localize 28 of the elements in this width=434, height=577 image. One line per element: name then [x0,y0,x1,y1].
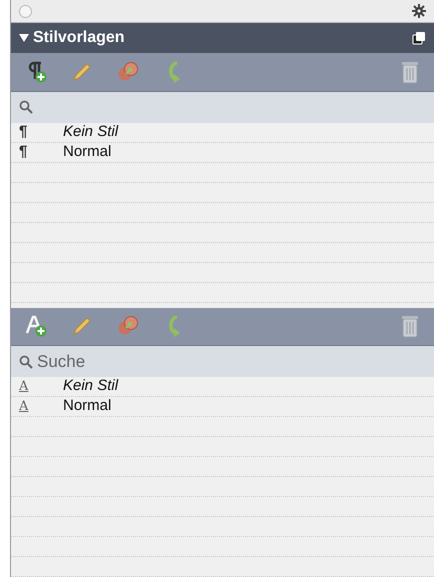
paragraph-style-marker: ¶ [19,122,28,142]
style-list-item[interactable]: A Normal [11,397,434,417]
search-field[interactable] [11,92,434,123]
style-name: Kein Stil [63,122,118,142]
character-style-marker: A [19,378,30,396]
gear-icon[interactable] [412,4,426,18]
disclosure-triangle-icon[interactable] [19,33,29,44]
style-list-item[interactable]: ¶ Kein Stil [11,122,434,143]
panel-menu-icon[interactable] [412,31,426,46]
style-name: Kein Stil [63,376,118,396]
pencil-icon [71,315,93,338]
character-style-marker: A [19,398,30,416]
letter-plus-icon [24,314,48,338]
style-name: Normal [63,142,112,162]
paragraph-style-marker: ¶ [19,142,28,162]
trash-icon [401,60,419,84]
panel-title: Stilvorlagen [33,28,125,48]
trash-icon [401,314,419,338]
panel-header[interactable]: Stilvorlagen [11,23,434,54]
close-button[interactable] [19,4,32,18]
pencil-icon [71,60,93,83]
search-icon [19,100,33,114]
overlapping-circles-icon [117,60,139,83]
style-name: Normal [63,396,112,416]
overlapping-circles-icon [117,315,139,338]
search-icon [19,354,33,368]
style-list-item[interactable]: ¶ Normal [11,142,434,163]
style-list-item[interactable]: A Kein Stil [11,377,434,397]
